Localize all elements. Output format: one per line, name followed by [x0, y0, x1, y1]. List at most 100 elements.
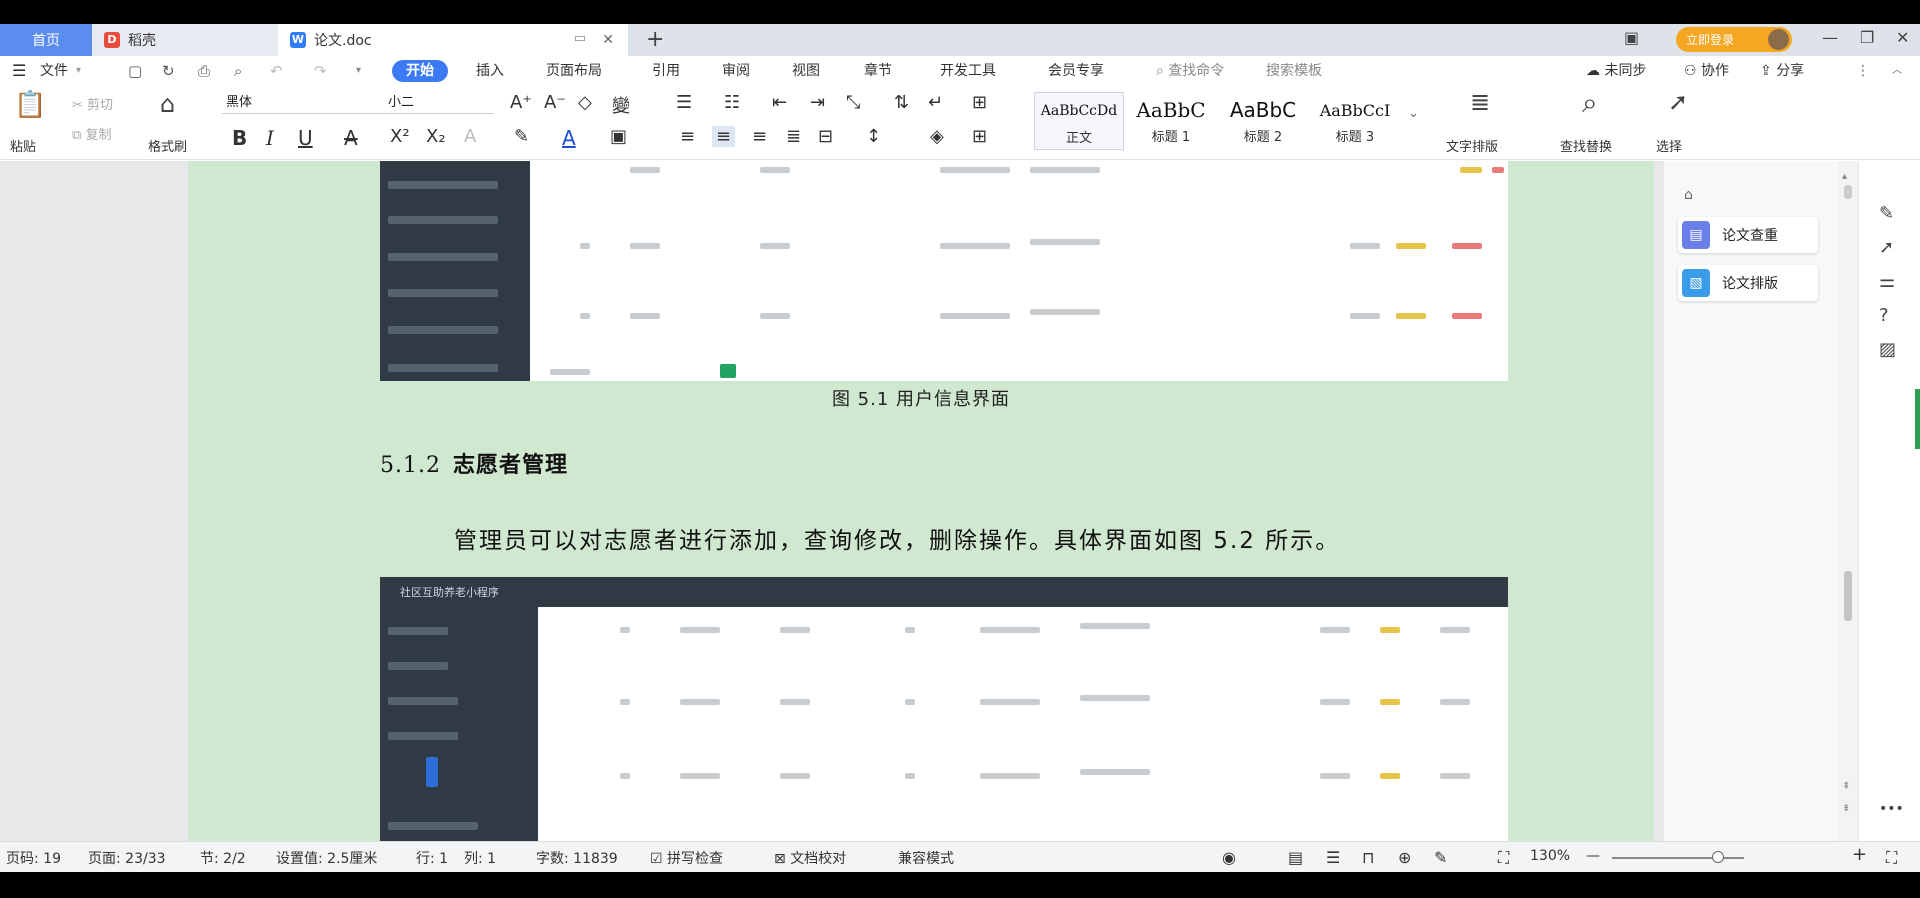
borders-icon[interactable]: ⊞ [972, 126, 987, 147]
tab-review[interactable]: 审阅 [722, 60, 750, 82]
line-spacing-icon[interactable]: ↕ [866, 126, 881, 147]
chinese-layout-icon[interactable]: ⤡ [846, 92, 860, 113]
tab-developer[interactable]: 开发工具 [940, 60, 996, 82]
superscript-icon[interactable]: X² [390, 126, 410, 147]
tab-home[interactable]: 首页 [0, 24, 92, 56]
redo-icon[interactable]: ↷ [314, 60, 327, 82]
italic-icon[interactable]: I [266, 126, 274, 150]
hamburger-icon[interactable]: ☰ [12, 60, 26, 82]
show-marks-icon[interactable]: ↵ [928, 92, 943, 113]
fullscreen-icon[interactable]: ⛶ [1886, 848, 1897, 868]
pointer-icon[interactable]: ➚ [1879, 237, 1894, 258]
search-template[interactable]: 搜索模板 [1266, 60, 1322, 82]
next-page-icon[interactable]: ⇟ [1842, 803, 1850, 814]
strikethrough-icon[interactable]: A [344, 126, 358, 150]
zoom-slider[interactable] [1612, 851, 1744, 863]
scroll-top-handle[interactable] [1844, 185, 1852, 199]
sync-status[interactable]: ☁ 未同步 [1586, 60, 1646, 82]
eye-protect-icon[interactable]: ◉ [1222, 848, 1236, 867]
select-button[interactable]: 选择 [1656, 136, 1682, 155]
paper-layout-button[interactable]: ▧ 论文排版 [1678, 265, 1818, 301]
decrease-indent-icon[interactable]: ⇤ [772, 92, 787, 113]
tab-view[interactable]: 视图 [792, 60, 820, 82]
paper-check-button[interactable]: ▤ 论文查重 [1678, 217, 1818, 253]
zoom-in-icon[interactable]: + [1852, 844, 1867, 865]
tab-references[interactable]: 引用 [652, 60, 680, 82]
menu-file[interactable]: 文件 [40, 60, 68, 82]
window-mode-icon[interactable]: ▭ [574, 31, 586, 46]
text-layout-button[interactable]: 文字排版 [1446, 136, 1498, 155]
spell-check-button[interactable]: ☑ 拼写检查 [650, 848, 723, 868]
style-heading2[interactable]: AaBbC 标题 2 [1218, 92, 1308, 150]
paste-button[interactable]: 粘贴 [10, 136, 36, 155]
tab-docer[interactable]: D 稻壳 [92, 24, 278, 56]
zoom-slider-knob[interactable] [1711, 851, 1724, 863]
layout-icon[interactable]: ▣ [1624, 28, 1639, 47]
share-button[interactable]: ⇪ 分享 [1760, 60, 1804, 82]
more-tools-icon[interactable]: ••• [1879, 801, 1904, 817]
phonetic-icon[interactable]: 變 [612, 92, 630, 118]
cut-button[interactable]: ✂ 剪切 [72, 94, 113, 113]
vertical-scrollbar[interactable]: ▴ ⇞ ⇟ [1838, 161, 1858, 841]
char-border-icon[interactable]: ▣ [610, 126, 627, 147]
document-page[interactable]: 图 5.1 用户信息界面 5.1.2 志愿者管理 管理员可以对志愿者进行添加，查询… [188, 161, 1654, 841]
find-replace-button[interactable]: 查找替换 [1560, 136, 1612, 155]
style-heading3[interactable]: AaBbCcI 标题 3 [1310, 92, 1400, 150]
help-icon[interactable]: ? [1879, 305, 1889, 326]
brush-icon[interactable]: ⌂ [160, 90, 175, 118]
increase-indent-icon[interactable]: ⇥ [810, 92, 825, 113]
new-tab-button[interactable]: + [646, 27, 664, 52]
text-effect-icon[interactable]: A [464, 126, 476, 147]
close-window-icon[interactable]: ✕ [1896, 28, 1909, 47]
outline-view-icon[interactable]: ☰ [1326, 848, 1340, 867]
zoom-out-icon[interactable]: — [1586, 848, 1600, 864]
format-painter-button[interactable]: 格式刷 [148, 136, 187, 155]
page-view-icon[interactable]: ▤ [1288, 848, 1303, 867]
panel-collapse-icon[interactable]: ⌂ [1684, 187, 1693, 203]
status-words[interactable]: 字数: 11839 [536, 848, 618, 868]
clear-format-icon[interactable]: ◇ [578, 92, 592, 113]
web-view-icon[interactable]: ⊕ [1398, 848, 1411, 867]
shading-icon[interactable]: ◈ [930, 126, 944, 147]
save-icon[interactable]: ▢ [128, 60, 142, 82]
tab-insert[interactable]: 插入 [476, 60, 504, 82]
image-tool-icon[interactable]: ▨ [1879, 339, 1896, 360]
style-heading1[interactable]: AaBbC 标题 1 [1126, 92, 1216, 150]
chevron-down-icon[interactable]: ▾ [76, 60, 81, 82]
align-center-icon[interactable]: ≡ [712, 126, 736, 147]
tab-chapter[interactable]: 章节 [864, 60, 892, 82]
underline-icon[interactable]: U [298, 126, 313, 150]
side-tab-indicator[interactable] [1915, 389, 1920, 449]
subscript-icon[interactable]: X₂ [426, 126, 446, 147]
numbering-icon[interactable]: ☷ [724, 92, 740, 113]
more-icon[interactable]: ⋮ [1856, 60, 1870, 82]
quick-access-chevron-icon[interactable]: ▾ [356, 60, 361, 82]
collapse-ribbon-icon[interactable]: ︿ [1892, 60, 1902, 82]
close-tab-icon[interactable]: ✕ [602, 32, 614, 48]
restore-icon[interactable]: ❐ [1860, 28, 1874, 47]
fit-page-icon[interactable]: ⛶ [1498, 848, 1509, 868]
styles-more-icon[interactable]: ⌄ [1408, 106, 1419, 121]
grow-font-icon[interactable]: A⁺ [510, 92, 532, 113]
pen-icon[interactable]: ✎ [1879, 203, 1894, 224]
adjust-icon[interactable]: ⚌ [1879, 271, 1895, 292]
prev-page-icon[interactable]: ⇞ [1842, 781, 1850, 792]
print-icon[interactable]: ⎙ [198, 60, 210, 82]
scroll-thumb[interactable] [1844, 571, 1852, 621]
style-normal[interactable]: AaBbCcDd 正文 [1034, 92, 1124, 150]
distribute-icon[interactable]: ⊟ [818, 126, 833, 147]
export-icon[interactable]: ↻ [162, 60, 175, 82]
cursor-select-icon[interactable]: ➚ [1668, 88, 1688, 116]
shrink-font-icon[interactable]: A⁻ [544, 92, 566, 113]
font-color-icon[interactable]: A [562, 126, 576, 150]
scroll-up-icon[interactable]: ▴ [1842, 171, 1847, 182]
font-name-select[interactable]: 黑体 [222, 92, 386, 114]
login-button[interactable]: 立即登录 [1676, 27, 1792, 52]
preview-icon[interactable]: ⌕ [234, 60, 242, 82]
undo-icon[interactable]: ↶ [270, 60, 283, 82]
search-command[interactable]: ⌕ 查找命令 [1156, 60, 1224, 82]
justify-icon[interactable]: ≣ [786, 126, 801, 147]
tab-member[interactable]: 会员专享 [1048, 60, 1104, 82]
find-icon[interactable]: ⌕ [1582, 86, 1598, 120]
minimize-icon[interactable]: — [1822, 28, 1838, 47]
